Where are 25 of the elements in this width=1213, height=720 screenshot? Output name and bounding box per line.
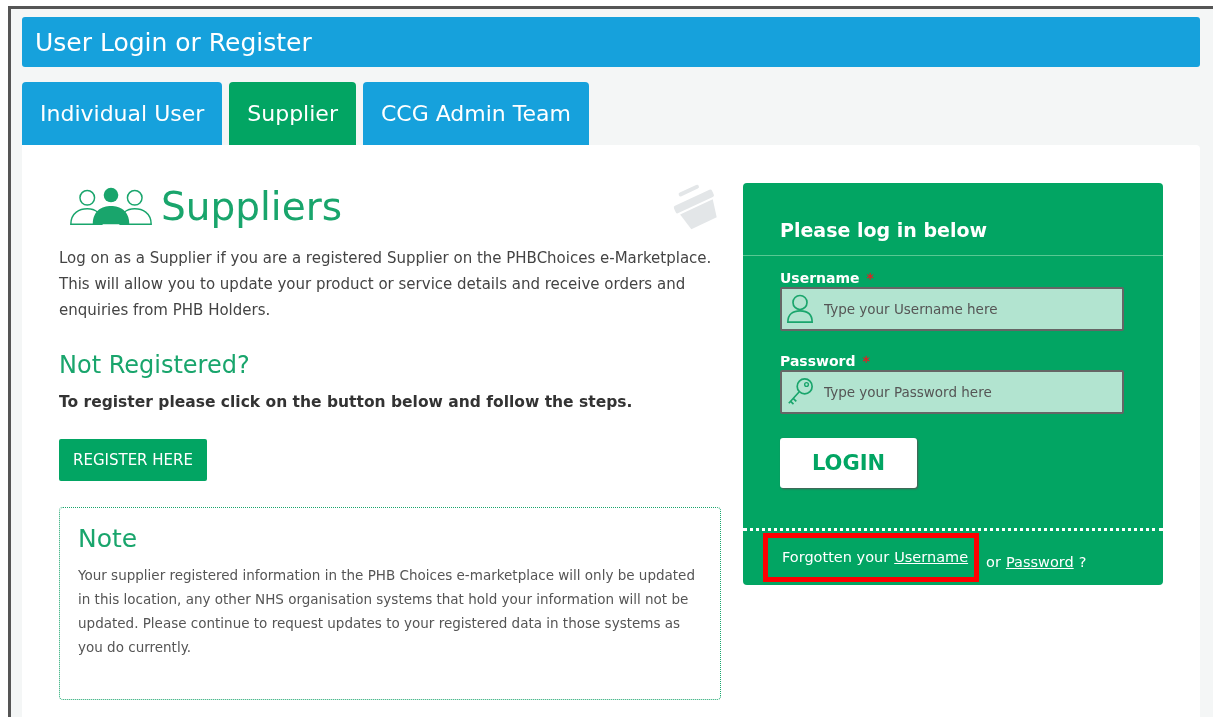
- field-label: Username: [780, 270, 860, 286]
- tab[interactable]: CCG Admin Team: [362, 82, 589, 145]
- field-label: Password: [780, 353, 856, 369]
- register-instruction: To register please click on the button below and follow the steps.: [59, 393, 634, 411]
- login-title: Please log in below: [743, 183, 1163, 256]
- login-button[interactable]: LOGIN: [780, 438, 917, 488]
- tab[interactable]: Supplier: [229, 82, 356, 145]
- note-text: Your supplier registered information in the PHB Choices e-marketplace will only be updated in this location, any other NHS organisation systems that hold your information will not be updated. Please continue to request updates to your registered data in those systems as you do currently.: [78, 566, 696, 657]
- intro-text: Log on as a Supplier if you are a registered Supplier on the PHBChoices e-Marketplace. This will allow you to update your product or service details and receive orders and enquiries from PHB Holders.: [59, 248, 713, 321]
- username-link[interactable]: Username: [894, 549, 969, 565]
- username-field[interactable]: Type your Username here: [780, 287, 1124, 331]
- required-mark: *: [862, 353, 870, 369]
- password-field[interactable]: Type your Password here: [780, 370, 1124, 414]
- required-mark: *: [866, 270, 874, 286]
- register-button[interactable]: REGISTER HERE: [59, 439, 207, 481]
- forgot-text: Forgotten your: [782, 549, 890, 565]
- password-link[interactable]: Password: [1005, 554, 1074, 570]
- register-title: Not Registered?: [59, 351, 251, 379]
- tab[interactable]: Individual User: [22, 82, 223, 145]
- forgot-text: or: [986, 554, 1001, 570]
- section-title: Suppliers: [161, 183, 342, 229]
- note-title: Note: [78, 524, 139, 553]
- question-mark: ?: [1078, 554, 1087, 570]
- people-icon: [69, 186, 153, 226]
- page-title: User Login or Register: [35, 27, 312, 57]
